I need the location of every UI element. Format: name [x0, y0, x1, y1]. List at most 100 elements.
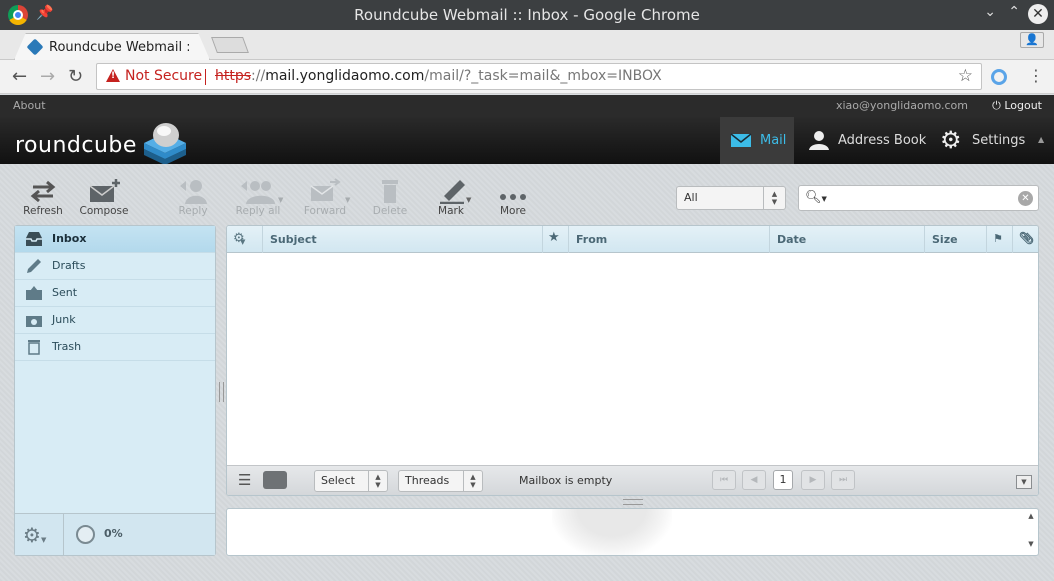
folder-trash[interactable]: Trash: [15, 334, 215, 361]
thread-view-icon[interactable]: [263, 471, 287, 489]
filter-select-value: All: [684, 191, 698, 204]
threads-dropdown-label: Threads: [405, 474, 450, 487]
next-page-button[interactable]: ▶: [801, 470, 825, 490]
forward-label: Forward: [303, 205, 347, 217]
task-address-book[interactable]: Address Book: [794, 117, 927, 164]
column-status-flag[interactable]: ⚑: [986, 226, 1012, 253]
column-from[interactable]: From: [568, 226, 769, 253]
bookmark-star-icon[interactable]: ☆: [958, 66, 973, 86]
logout-link[interactable]: ⏻ Logout: [992, 99, 1042, 113]
column-attachment[interactable]: 📎︎: [1012, 226, 1038, 253]
flag-icon: ⚑: [993, 232, 1003, 245]
list-options-column[interactable]: ⚙ ▼: [227, 226, 262, 253]
mailbox-status: Mailbox is empty: [519, 474, 613, 487]
reply-button[interactable]: Reply: [163, 178, 223, 218]
url-separator: ://: [251, 68, 266, 84]
column-flag[interactable]: ★: [542, 226, 568, 253]
star-icon: ★: [548, 230, 560, 245]
refresh-button[interactable]: Refresh: [13, 178, 73, 218]
roundcube-header: roundcube Mail Address Book ⚙ Settings ▲: [0, 117, 1054, 165]
column-date[interactable]: Date: [769, 226, 924, 253]
roundcube-cube-icon: [144, 123, 186, 165]
profile-icon[interactable]: 👤: [1020, 32, 1044, 48]
folder-drafts[interactable]: Drafts: [15, 253, 215, 280]
threads-dropdown[interactable]: Threads ▲ ▼: [398, 470, 483, 492]
roundcube-logo[interactable]: roundcube: [15, 133, 137, 158]
browser-tab[interactable]: Roundcube Webmail :: Inbox: [14, 33, 210, 60]
mark-button[interactable]: Mark: [421, 178, 481, 218]
reply-all-icon: [241, 181, 275, 204]
folder-options-gear-icon[interactable]: ⚙▼: [23, 523, 46, 547]
first-page-button[interactable]: ⏮: [712, 470, 736, 490]
task-address-book-label: Address Book: [838, 133, 927, 148]
new-tab-button[interactable]: [211, 37, 249, 53]
omnibox-separator: [205, 69, 206, 85]
window-title: Roundcube Webmail :: Inbox - Google Chro…: [354, 6, 700, 24]
task-settings[interactable]: ⚙ Settings ▲: [924, 117, 1054, 164]
browser-menu-icon[interactable]: ⋮: [1028, 66, 1044, 85]
search-icon[interactable]: 🔍︎▼: [805, 190, 827, 205]
reply-icon: [180, 180, 207, 204]
url-text[interactable]: https://mail.yonglidaomo.com/mail/?_task…: [215, 68, 662, 84]
compose-button[interactable]: Compose: [74, 178, 134, 218]
mark-label: Mark: [438, 205, 464, 217]
reload-icon[interactable]: ↻: [68, 66, 83, 87]
about-link[interactable]: About: [13, 99, 46, 112]
paperclip-icon: 📎︎: [1019, 231, 1035, 245]
back-icon[interactable]: ←: [12, 66, 27, 87]
message-list: ⚙ ▼ Subject ★ From Date Size ⚑ 📎︎ ☰ Selec…: [226, 225, 1039, 496]
filter-select[interactable]: All ▲ ▼: [676, 186, 786, 210]
window-titlebar: 📌 Roundcube Webmail :: Inbox - Google Ch…: [0, 0, 1054, 30]
address-bar[interactable]: Not Secure https://mail.yonglidaomo.com/…: [96, 63, 982, 90]
list-view-icon[interactable]: ☰: [238, 473, 251, 488]
compose-icon: [89, 179, 120, 202]
browser-toolbar: ← → ↻ Not Secure https://mail.yonglidaom…: [0, 60, 1054, 94]
forward-icon[interactable]: →: [40, 66, 55, 87]
delete-button[interactable]: Delete: [360, 178, 420, 218]
column-size[interactable]: Size: [924, 226, 986, 253]
preview-scrollbar[interactable]: ▲ ▼: [1024, 509, 1038, 555]
reply-all-label: Reply all: [235, 205, 281, 217]
refresh-icon: [30, 180, 56, 203]
roundcube-watermark: [552, 509, 672, 555]
clear-search-icon[interactable]: ✕: [1018, 191, 1033, 206]
trash-icon: [28, 340, 40, 355]
message-list-header: ⚙ ▼ Subject ★ From Date Size ⚑ 📎︎: [227, 226, 1038, 253]
last-page-button[interactable]: ⏭: [831, 470, 855, 490]
footer-divider: [63, 514, 64, 556]
folder-inbox-label: Inbox: [52, 232, 87, 245]
folder-sent[interactable]: Sent: [15, 280, 215, 307]
username-label: xiao@yonglidaomo.com: [835, 99, 968, 112]
horizontal-splitter[interactable]: [623, 499, 643, 505]
sent-icon: [26, 286, 42, 300]
mark-dropdown-icon[interactable]: ▼: [466, 196, 471, 204]
folder-inbox[interactable]: Inbox: [15, 226, 215, 253]
more-button[interactable]: More: [483, 178, 543, 218]
extension-icon[interactable]: [991, 69, 1007, 85]
folder-junk[interactable]: Junk: [15, 307, 215, 334]
task-mail[interactable]: Mail: [720, 117, 794, 164]
browser-tab-title: Roundcube Webmail :: Inbox: [49, 40, 189, 55]
minimize-icon[interactable]: ⌄: [984, 4, 996, 20]
quota-indicator-icon: [76, 525, 95, 544]
highlighter-icon: [440, 180, 465, 204]
page-number: 1: [773, 470, 793, 490]
close-window-button[interactable]: ✕: [1028, 4, 1048, 24]
forward-dropdown-icon[interactable]: ▼: [345, 196, 350, 204]
reply-all-dropdown-icon[interactable]: ▼: [278, 196, 283, 204]
not-secure-label[interactable]: Not Secure: [125, 68, 202, 84]
column-subject[interactable]: Subject: [262, 226, 542, 253]
gear-icon: ⚙: [940, 126, 962, 154]
search-box[interactable]: 🔍︎▼ ✕: [798, 185, 1039, 211]
select-dropdown-label: Select: [321, 474, 355, 487]
taskbar: Mail Address Book ⚙ Settings ▲: [720, 117, 1054, 164]
preview-pane: ▲ ▼: [226, 508, 1039, 556]
select-dropdown[interactable]: Select ▲ ▼: [314, 470, 388, 492]
maximize-icon[interactable]: ⌃: [1008, 4, 1020, 20]
list-options-gear-icon[interactable]: ⚙ ▼: [233, 231, 245, 246]
vertical-splitter[interactable]: [219, 382, 224, 402]
task-settings-label: Settings: [972, 133, 1026, 148]
collapse-preview-button[interactable]: ▼: [1016, 475, 1032, 489]
previous-page-button[interactable]: ◀: [742, 470, 766, 490]
chevron-up-icon[interactable]: ▲: [1038, 135, 1044, 144]
